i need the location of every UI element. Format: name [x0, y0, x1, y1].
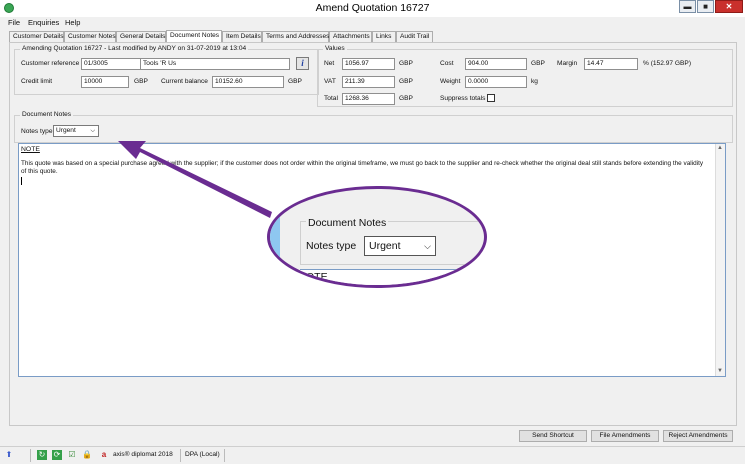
current-balance-label: Current balance — [161, 78, 208, 85]
zoom-notes-type-select: Urgent ⌵ — [364, 236, 436, 256]
credit-limit-field[interactable]: 10000 — [81, 76, 129, 88]
notes-type-label: Notes type — [21, 128, 53, 135]
note-text: This quote was based on a special purcha… — [21, 160, 704, 175]
up-arrow-icon[interactable]: ⬆ — [4, 450, 14, 460]
tab-customer-details[interactable]: Customer Details — [9, 31, 64, 42]
tab-links[interactable]: Links — [372, 31, 396, 42]
file-amendments-button[interactable]: File Amendments — [591, 430, 659, 442]
product-name: axis® diplomat 2018 — [113, 451, 173, 458]
margin-suffix: % (152.97 GBP) — [643, 60, 692, 67]
zoom-content: Document Notes Notes type Urgent ⌵ OTE — [270, 189, 484, 285]
vat-label: VAT — [324, 78, 336, 85]
tab-customer-notes[interactable]: Customer Notes — [64, 31, 116, 42]
net-label: Net — [324, 60, 335, 67]
database-name: DPA (Local) — [185, 451, 220, 458]
credit-limit-currency: GBP — [134, 78, 148, 85]
zoom-partial-text: OTE — [306, 271, 328, 283]
text-caret — [21, 177, 22, 185]
note-heading: NOTE — [21, 146, 40, 153]
refresh-icon[interactable]: ↻ — [37, 450, 47, 460]
status-bar: ⬆ ↻ ⟳ ☑ 🔒 a axis® diplomat 2018 DPA (Loc… — [0, 446, 745, 464]
menu-enquiries[interactable]: Enquiries — [28, 18, 59, 27]
current-balance-currency: GBP — [288, 78, 302, 85]
status-separator — [180, 449, 181, 462]
scroll-down-icon[interactable]: ▼ — [717, 368, 723, 374]
minimize-button[interactable]: ▬ — [679, 0, 696, 13]
send-shortcut-button[interactable]: Send Shortcut — [519, 430, 587, 442]
tab-terms-addresses[interactable]: Terms and Addresses — [262, 31, 329, 42]
current-balance-field[interactable]: 10152.60 — [212, 76, 284, 88]
status-separator — [224, 449, 225, 462]
tab-audit-trail[interactable]: Audit Trail — [396, 31, 433, 42]
menu-file[interactable]: File — [8, 18, 20, 27]
weight-field[interactable]: 0.0000 — [465, 76, 527, 88]
zoom-notes-type-label: Notes type — [306, 240, 357, 252]
menu-bar: File Enquiries Help — [0, 17, 745, 29]
lock-icon[interactable]: 🔒 — [82, 450, 92, 460]
document-notes-group: Document Notes Notes type Urgent ⌵ — [14, 111, 733, 143]
window-title: Amend Quotation 16727 — [315, 2, 430, 14]
info-icon[interactable]: i — [296, 57, 309, 70]
weight-label: Weight — [440, 78, 461, 85]
close-button[interactable]: ✕ — [715, 0, 743, 13]
credit-limit-label: Credit limit — [21, 78, 53, 85]
notes-type-value: Urgent — [56, 127, 76, 134]
net-field[interactable]: 1056.97 — [342, 58, 395, 70]
chevron-down-icon: ⌵ — [90, 128, 95, 134]
zoom-accent-strip — [270, 215, 280, 285]
document-notes-group-label: Document Notes — [20, 111, 74, 118]
vat-field[interactable]: 211.39 — [342, 76, 395, 88]
cost-label: Cost — [440, 60, 454, 67]
zoom-chevron-down-icon: ⌵ — [424, 241, 431, 251]
checklist-icon[interactable]: ☑ — [67, 450, 77, 460]
cost-currency: GBP — [531, 60, 545, 67]
cost-field[interactable]: 904.00 — [465, 58, 527, 70]
zoom-notes-type-value: Urgent — [369, 240, 401, 252]
status-separator — [30, 449, 31, 462]
customer-reference-field[interactable]: 01/3005 — [81, 58, 141, 70]
margin-label: Margin — [557, 60, 578, 67]
suppress-totals-label: Suppress totals — [440, 95, 486, 102]
values-group-label: Values — [323, 45, 347, 52]
total-currency: GBP — [399, 95, 413, 102]
amending-group-label: Amending Quotation 16727 - Last modified… — [20, 45, 249, 52]
menu-help[interactable]: Help — [65, 18, 80, 27]
suppress-totals-checkbox[interactable] — [487, 94, 495, 102]
maximize-button[interactable]: ■ — [697, 0, 714, 13]
values-group: Values Net 1056.97 GBP VAT 211.39 GBP To… — [317, 45, 733, 107]
tab-attachments[interactable]: Attachments — [329, 31, 372, 42]
weight-unit: kg — [531, 78, 538, 85]
notes-type-select[interactable]: Urgent ⌵ — [53, 125, 99, 137]
tab-general-details[interactable]: General Details — [116, 31, 166, 42]
margin-field[interactable]: 14.47 — [584, 58, 638, 70]
notes-scrollbar[interactable]: ▲ ▼ — [715, 144, 725, 376]
tab-item-details[interactable]: Item Details — [222, 31, 262, 42]
total-label: Total — [324, 95, 338, 102]
amending-group: Amending Quotation 16727 - Last modified… — [14, 45, 319, 95]
title-bar: Amend Quotation 16727 ▬ ■ ✕ — [0, 0, 745, 17]
net-currency: GBP — [399, 60, 413, 67]
customer-name-field[interactable]: Tools 'R Us — [140, 58, 290, 70]
vat-currency: GBP — [399, 78, 413, 85]
total-field[interactable]: 1268.36 — [342, 93, 395, 105]
zoom-group-label: Document Notes — [306, 217, 389, 229]
zoom-callout: Document Notes Notes type Urgent ⌵ OTE — [267, 186, 487, 288]
sync-icon[interactable]: ⟳ — [52, 450, 62, 460]
scroll-up-icon[interactable]: ▲ — [717, 145, 723, 151]
reject-amendments-button[interactable]: Reject Amendments — [663, 430, 733, 442]
axis-logo-icon: a — [101, 450, 107, 459]
customer-reference-label: Customer reference — [21, 60, 80, 67]
